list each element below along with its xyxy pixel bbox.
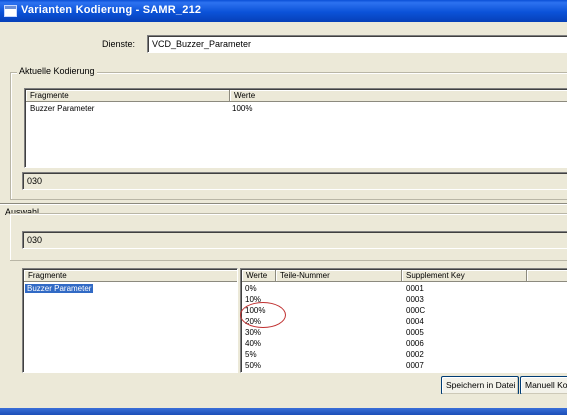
current-row-wert[interactable]: 100% (232, 104, 252, 113)
column-header-fragmente[interactable]: Fragmente (26, 90, 230, 102)
current-code-value: 030 (27, 176, 43, 186)
value-row-key[interactable]: 0006 (406, 339, 424, 348)
fragments-list[interactable]: Fragmente Buzzer Parameter (22, 268, 238, 373)
value-row-key[interactable]: 0005 (406, 328, 424, 337)
highlight-annotation-circle (240, 302, 286, 328)
value-row-wert[interactable]: 0% (245, 284, 257, 293)
value-row-key[interactable]: 000C (406, 306, 425, 315)
auswahl-code-field[interactable]: 030 (22, 231, 567, 249)
fragment-item[interactable]: Buzzer Parameter (25, 284, 94, 293)
column-header-supplement-key-label: Supplement Key (406, 271, 465, 280)
column-header-teile-nummer-label: Teile-Nummer (280, 271, 330, 280)
column-header-teile-nummer[interactable]: Teile-Nummer (276, 270, 402, 282)
current-coding-legend: Aktuelle Kodierung (17, 66, 97, 76)
section-separator (0, 203, 567, 205)
title-bar[interactable]: Varianten Kodierung - SAMR_212 (0, 0, 567, 22)
variant-coding-window: Varianten Kodierung - SAMR_212 Dienste: … (0, 0, 567, 415)
fragments-header-label: Fragmente (28, 271, 67, 280)
current-row-fragment[interactable]: Buzzer Parameter (30, 104, 94, 113)
column-header-werte-auswahl[interactable]: Werte (242, 270, 276, 282)
taskbar-edge (0, 408, 567, 415)
dienste-value: VCD_Buzzer_Parameter (152, 39, 252, 49)
manual-coding-button[interactable]: Manuell Ko (520, 376, 567, 395)
column-header-empty[interactable] (527, 270, 567, 282)
current-code-field[interactable]: 030 (22, 172, 567, 190)
column-header-fragmente-label: Fragmente (30, 91, 69, 100)
value-row-wert[interactable]: 40% (245, 339, 261, 348)
column-header-werte-label: Werte (234, 91, 256, 100)
bottom-edge (0, 394, 567, 415)
column-header-werte-auswahl-label: Werte (246, 271, 268, 280)
value-row-wert[interactable]: 50% (245, 361, 261, 370)
save-to-file-button-label: Speichern in Datei (446, 380, 516, 390)
value-row-wert[interactable]: 30% (245, 328, 261, 337)
column-header-supplement-key[interactable]: Supplement Key (402, 270, 527, 282)
window-title: Varianten Kodierung - SAMR_212 (21, 4, 202, 16)
fragments-header[interactable]: Fragmente (24, 270, 237, 282)
value-row-wert[interactable]: 5% (245, 350, 257, 359)
dienste-label: Dienste: (102, 39, 136, 49)
window-icon[interactable] (4, 5, 17, 17)
value-row-key[interactable]: 0003 (406, 295, 424, 304)
auswahl-code-value: 030 (27, 235, 43, 245)
value-row-key[interactable]: 0004 (406, 317, 424, 326)
values-list[interactable]: Werte Teile-Nummer Supplement Key 0% 000… (240, 268, 567, 373)
current-coding-list[interactable]: Fragmente Werte Buzzer Parameter 100% (24, 88, 567, 168)
dienste-field[interactable]: VCD_Buzzer_Parameter (147, 35, 567, 53)
value-row-key[interactable]: 0007 (406, 361, 424, 370)
fragment-item-label: Buzzer Parameter (25, 284, 94, 293)
save-to-file-button[interactable]: Speichern in Datei (441, 376, 519, 395)
value-row-key[interactable]: 0001 (406, 284, 424, 293)
value-row-key[interactable]: 0002 (406, 350, 424, 359)
column-header-werte[interactable]: Werte (230, 90, 567, 102)
manual-coding-button-label: Manuell Ko (525, 380, 567, 390)
